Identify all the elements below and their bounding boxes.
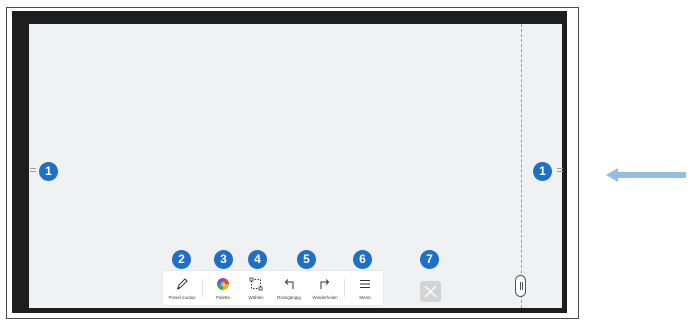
- screen-split-divider: [521, 24, 522, 308]
- redo-button[interactable]: Wiederholen: [307, 271, 343, 305]
- tool-label: Menü: [359, 295, 371, 300]
- palette-button[interactable]: Palette: [205, 271, 241, 305]
- menu-icon: [360, 280, 370, 288]
- callout-4: 4: [248, 250, 267, 269]
- undo-icon: [284, 279, 294, 289]
- close-button[interactable]: [420, 281, 441, 302]
- split-drag-handle[interactable]: [515, 275, 526, 297]
- callout-1-left: 1: [39, 162, 58, 181]
- pen-icon: [176, 278, 188, 290]
- redo-icon: [320, 279, 330, 289]
- pointer-arrow: [606, 168, 686, 182]
- left-edge-handle[interactable]: [30, 167, 36, 173]
- undo-button[interactable]: Rückgängig: [271, 271, 307, 305]
- right-edge-handle[interactable]: [557, 167, 563, 173]
- tool-label: Wählen: [248, 295, 264, 300]
- tool-label: Palette: [215, 295, 230, 300]
- whiteboard-canvas[interactable]: [29, 24, 562, 308]
- palette-icon: [217, 278, 229, 290]
- select-button[interactable]: Wählen: [241, 271, 271, 305]
- callout-1-right: 1: [533, 162, 552, 181]
- callout-7: 7: [420, 250, 439, 269]
- callout-3: 3: [214, 250, 233, 269]
- whiteboard-toolbar: Pinsel modus Palette Wählen Rückgängig W…: [163, 271, 383, 305]
- callout-5: 5: [297, 250, 316, 269]
- callout-6: 6: [353, 250, 372, 269]
- tool-label: Pinsel modus: [168, 295, 196, 300]
- toolbar-divider: [344, 279, 345, 297]
- pen-mode-button[interactable]: Pinsel modus: [163, 271, 201, 305]
- menu-button[interactable]: Menü: [347, 271, 383, 305]
- tool-label: Rückgängig: [277, 295, 301, 300]
- callout-2: 2: [172, 250, 191, 269]
- select-icon: [249, 277, 263, 291]
- toolbar-divider: [202, 279, 203, 297]
- tool-label: Wiederholen: [312, 295, 338, 300]
- close-icon: [424, 285, 437, 298]
